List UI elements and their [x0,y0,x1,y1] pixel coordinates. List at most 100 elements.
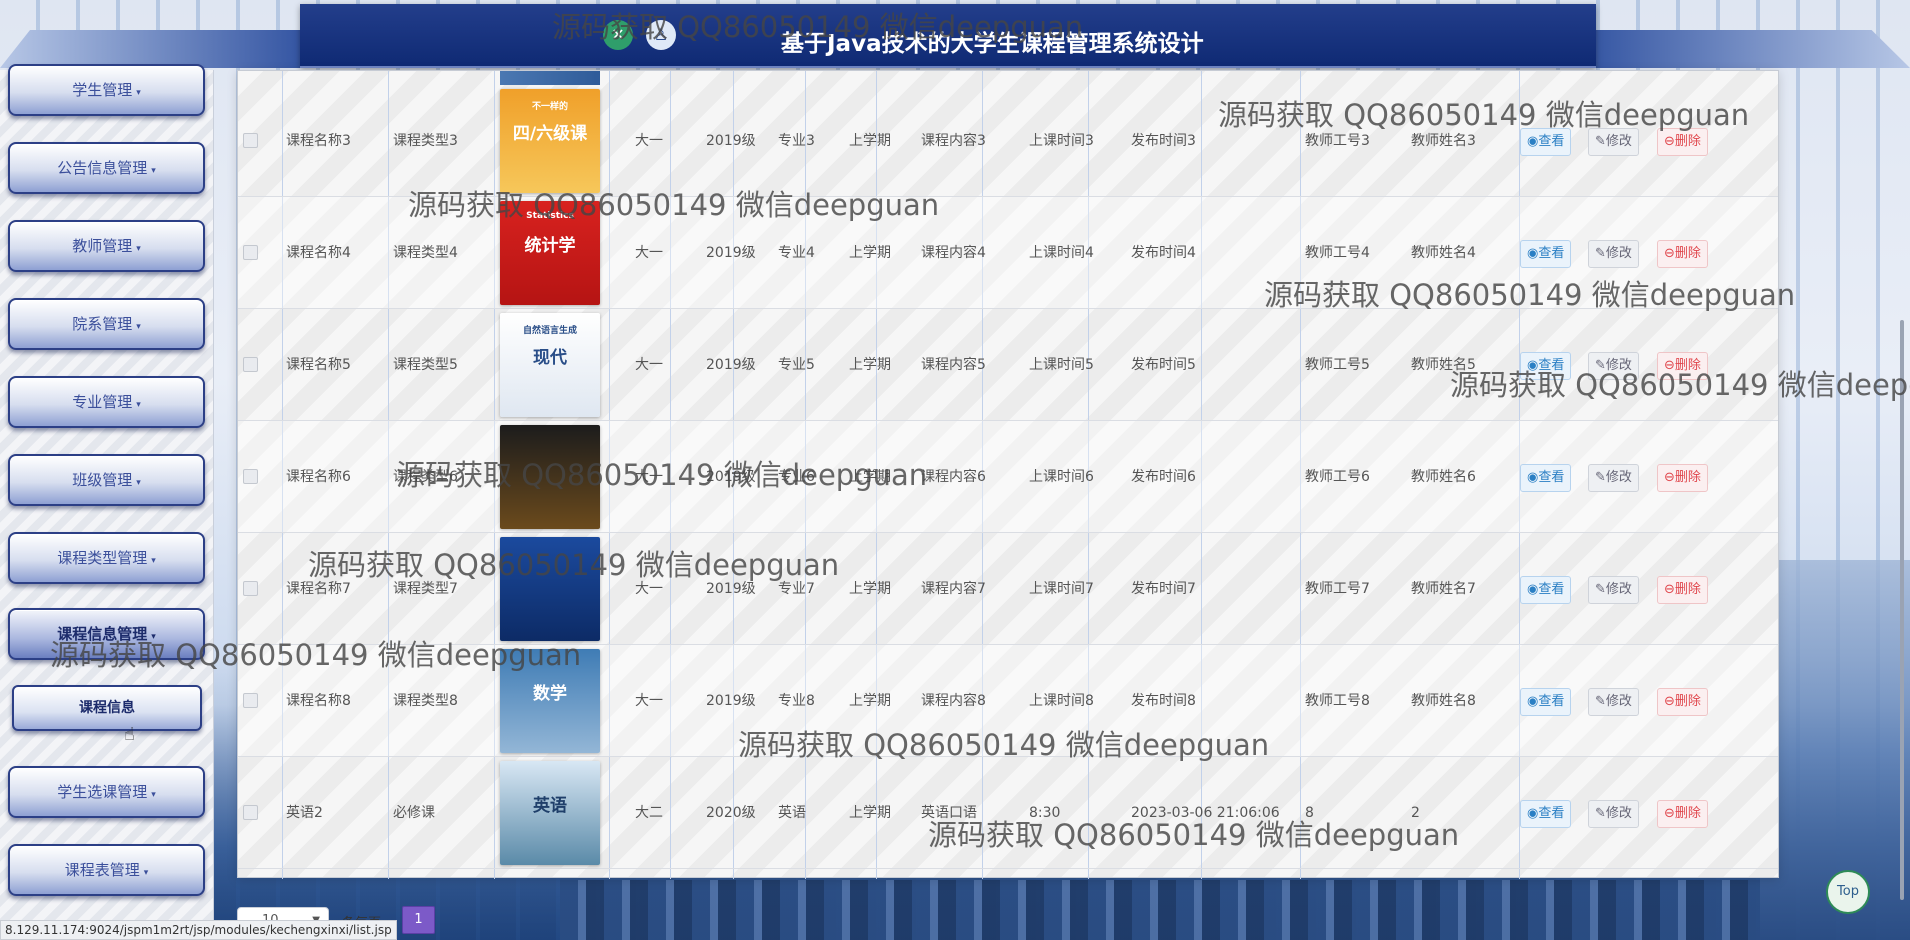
sidebar-item-5[interactable]: 专业管理 ▾ [8,376,205,428]
edit-button[interactable]: ✎修改 [1588,688,1639,716]
partial-cover-image [500,71,600,85]
sidebar-item-4[interactable]: 院系管理 ▾ [8,298,205,350]
caret-down-icon: ▾ [143,868,149,878]
sidebar-item-8[interactable]: 课程信息管理 ▾ [8,608,205,660]
view-button[interactable]: ◉查看 [1520,576,1572,604]
caret-down-icon: ▾ [151,166,156,176]
cell-publish: 发布时间7 [1131,581,1196,597]
edit-button[interactable]: ✎修改 [1588,240,1639,268]
table-row: 课程名称3 课程类型3 大一 2019级 专业3 上学期 课程内容3 上课时间3 发布时间3 教师… [238,85,1778,197]
cell-time: 上课时间6 [1029,469,1094,485]
header-wing-left [0,30,300,68]
view-button[interactable]: ◉查看 [1520,800,1572,828]
sidebar-item-label: 院系管理 [72,315,133,333]
caret-down-icon: ▾ [151,556,156,566]
settings-icon[interactable]: ✕ [603,20,633,50]
sidebar-item-9[interactable]: 学生选课管理 ▾ [8,766,205,818]
sidebar-item-1[interactable]: 学生管理 ▾ [8,64,205,116]
cell-tid: 教师工号7 [1305,581,1370,597]
edit-button[interactable]: ✎修改 [1588,576,1639,604]
cell-time: 上课时间3 [1029,133,1094,149]
cell-year: 2019级 [706,357,756,373]
cell-tid: 教师工号3 [1305,133,1370,149]
cell-term: 上学期 [849,245,891,261]
cell-tname: 教师姓名3 [1411,133,1476,149]
delete-button[interactable]: ⊖删除 [1657,128,1708,156]
delete-button[interactable]: ⊖删除 [1657,800,1708,828]
row-checkbox[interactable] [243,469,258,484]
cell-tname: 教师姓名6 [1411,469,1476,485]
cover-subtitle: Statistics [526,211,574,221]
cell-type: 课程类型3 [393,133,458,149]
view-button[interactable]: ◉查看 [1520,240,1572,268]
cell-time: 8:30 [1029,805,1061,821]
user-icon[interactable]: ♙ [646,20,676,50]
cell-time: 上课时间5 [1029,357,1094,373]
row-checkbox[interactable] [243,693,258,708]
page-button-1[interactable]: 1 [402,906,435,934]
cell-content: 课程内容4 [921,245,986,261]
cell-name: 课程名称7 [286,581,351,597]
sidebar-item-3[interactable]: 教师管理 ▾ [8,220,205,272]
caret-down-icon: ▾ [151,632,156,642]
cell-major: 专业7 [778,581,815,597]
row-checkbox[interactable] [243,805,258,820]
cell-name: 课程名称6 [286,469,351,485]
delete-button[interactable]: ⊖删除 [1657,240,1708,268]
caret-down-icon: ▾ [136,478,141,488]
cell-grade: 大一 [635,581,663,597]
delete-button[interactable]: ⊖删除 [1657,464,1708,492]
cell-content: 课程内容6 [921,469,986,485]
edit-button[interactable]: ✎修改 [1588,128,1639,156]
sidebar-item-7[interactable]: 课程类型管理 ▾ [8,532,205,584]
row-checkbox[interactable] [243,357,258,372]
course-cover-image: Statistics 统计学 [500,201,600,305]
row-checkbox[interactable] [243,245,258,260]
view-button[interactable]: ◉查看 [1520,464,1572,492]
table-row: 课程名称6 课程类型6 大一 2019级 专业6 上学期 课程内容6 上课时间6 发布时间6 教师… [238,421,1778,533]
view-button[interactable]: ◉查看 [1520,352,1572,380]
sidebar-item-label: 学生选课管理 [57,783,148,801]
row-checkbox[interactable] [243,133,258,148]
city-skyline-bottom-image [560,880,1760,940]
cell-term: 上学期 [849,357,891,373]
cell-content: 课程内容3 [921,133,986,149]
delete-button[interactable]: ⊖删除 [1657,352,1708,380]
cell-time: 上课时间8 [1029,693,1094,709]
sidebar-item-6[interactable]: 班级管理 ▾ [8,454,205,506]
cell-name: 英语2 [286,805,323,821]
row-checkbox[interactable] [243,581,258,596]
cell-major: 专业3 [778,133,815,149]
cell-tid: 教师工号5 [1305,357,1370,373]
cell-type: 课程类型7 [393,581,458,597]
submenu-course-info[interactable]: 课程信息 [12,685,202,731]
cell-year: 2019级 [706,469,756,485]
cell-term: 上学期 [849,805,891,821]
scrollbar[interactable] [1900,320,1904,900]
cell-tname: 2 [1411,805,1420,821]
edit-button[interactable]: ✎修改 [1588,464,1639,492]
sidebar-item-10[interactable]: 课程表管理 ▾ [8,844,205,896]
delete-button[interactable]: ⊖删除 [1657,688,1708,716]
cell-term: 上学期 [849,133,891,149]
cell-grade: 大一 [635,133,663,149]
edit-button[interactable]: ✎修改 [1588,800,1639,828]
cell-term: 上学期 [849,469,891,485]
cell-name: 课程名称8 [286,693,351,709]
cell-content: 课程内容8 [921,693,986,709]
view-button[interactable]: ◉查看 [1520,688,1572,716]
cell-tname: 教师姓名7 [1411,581,1476,597]
cell-major: 专业4 [778,245,815,261]
course-cover-image: 英语 [500,761,600,865]
view-button[interactable]: ◉查看 [1520,128,1572,156]
delete-button[interactable]: ⊖删除 [1657,576,1708,604]
cover-title: 统计学 [524,236,576,256]
cell-time: 上课时间7 [1029,581,1094,597]
back-to-top-button[interactable]: Top [1826,870,1870,914]
course-table: 课程名称3 课程类型3 大一 2019级 专业3 上学期 课程内容3 上课时间3 发布时间3 教师… [237,70,1779,879]
cell-publish: 发布时间5 [1131,357,1196,373]
sidebar-item-2[interactable]: 公告信息管理 ▾ [8,142,205,194]
cell-major: 专业6 [778,469,815,485]
cell-content: 英语口语 [921,805,977,821]
edit-button[interactable]: ✎修改 [1588,352,1639,380]
